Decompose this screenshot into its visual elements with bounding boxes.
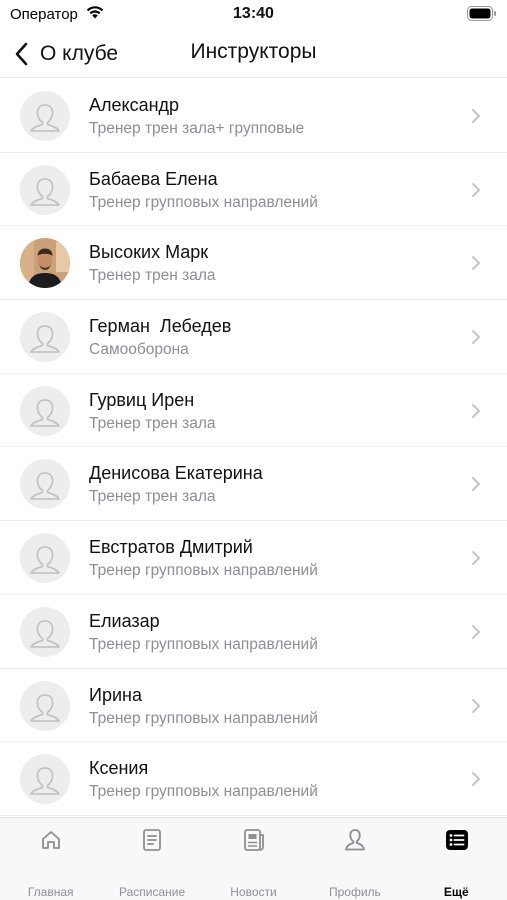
instructor-role: Тренер трен зала (89, 488, 216, 506)
tab-label: Профиль (328, 885, 381, 899)
instructor-photo (20, 238, 70, 289)
home-icon (42, 831, 60, 849)
person-icon (30, 767, 60, 795)
instructor-name: Ирина (89, 684, 142, 705)
person-icon (30, 325, 60, 353)
instructor-name: Бабаева Елена (89, 168, 218, 189)
person-icon (30, 472, 60, 501)
tab-schedule[interactable]: Расписание (101, 818, 202, 900)
tab-label: Главная (27, 885, 74, 899)
avatar-placeholder (20, 606, 70, 657)
avatar-placeholder (20, 385, 70, 436)
chevron-right-icon (472, 330, 480, 345)
chevron-right-icon (472, 772, 480, 787)
instructor-row[interactable]: Евстратов Дмитрий Тренер групповых направ… (0, 521, 507, 595)
instructor-role: Тренер групповых направлений (89, 193, 318, 211)
person-icon (30, 398, 60, 427)
person-icon (30, 693, 60, 722)
tab-profile[interactable]: Профиль (304, 818, 405, 900)
instructor-role: Тренер трен зала (89, 414, 216, 432)
instructor-role: Тренер групповых направлений (89, 709, 318, 727)
chevron-right-icon (472, 551, 480, 566)
instructor-role: Тренер групповых направлений (89, 635, 318, 653)
instructor-row[interactable]: Ирина Тренер групповых направлений (0, 669, 507, 743)
instructor-row[interactable]: Денисова Екатерина Тренер трен зала (0, 447, 507, 522)
chevron-right-icon (472, 403, 480, 418)
avatar-placeholder (20, 91, 70, 141)
avatar-photo (20, 238, 70, 289)
tab-bar: Главная Расписание Новости Профиль Ещё (0, 817, 507, 900)
instructor-role: Тренер трен зала (89, 267, 216, 285)
status-bar: Оператор 13:40 (0, 0, 507, 30)
news-icon (243, 829, 264, 851)
instructor-name: Александр (89, 95, 180, 115)
navigation-bar: О клубе Инструкторы (0, 30, 507, 78)
person-icon (30, 177, 60, 206)
tab-label: Новости (230, 885, 277, 899)
avatar-placeholder (20, 312, 70, 363)
chevron-right-icon (472, 182, 480, 197)
instructor-row[interactable]: Александр Тренер трен зала+ групповые (0, 79, 507, 153)
status-time: 13:40 (233, 5, 274, 22)
tab-label: Расписание (119, 885, 186, 899)
chevron-right-icon (472, 256, 480, 271)
instructor-role: Тренер групповых направлений (89, 783, 318, 801)
instructor-name: Денисова Екатерина (89, 463, 263, 484)
avatar-placeholder (20, 754, 70, 805)
instructor-role: Тренер трен зала+ групповые (89, 120, 305, 137)
tab-home[interactable]: Главная (0, 818, 101, 900)
more-list-icon (445, 830, 468, 850)
tab-label: Ещё (443, 885, 469, 899)
instructor-row[interactable]: Гурвиц Ирен Тренер трен зала (0, 374, 507, 448)
person-icon (30, 546, 60, 574)
person-icon (30, 620, 60, 648)
instructor-role: Тренер групповых направлений (89, 562, 318, 580)
instructor-row[interactable]: Герман Лебедев Самооборона (0, 300, 507, 374)
instructor-name: Герман Лебедев (89, 316, 232, 337)
chevron-right-icon (472, 109, 480, 123)
chevron-right-icon (472, 477, 480, 492)
instructor-name: Ксения (89, 758, 149, 779)
avatar-placeholder (20, 459, 70, 510)
schedule-icon (143, 829, 162, 851)
avatar-placeholder (20, 164, 70, 215)
tab-news[interactable]: Новости (203, 818, 304, 900)
avatar-placeholder (20, 680, 70, 731)
instructor-name: Высоких Марк (89, 242, 209, 263)
chevron-right-icon (472, 698, 480, 713)
page-title: Инструкторы (190, 40, 317, 63)
instructor-name: Гурвиц Ирен (89, 389, 195, 410)
instructor-name: Елиазар (89, 610, 160, 631)
battery-icon (467, 6, 496, 21)
instructor-role: Самооборона (89, 341, 189, 359)
instructor-row[interactable]: Елиазар Тренер групповых направлений (0, 595, 507, 669)
instructor-row[interactable]: Высоких Марк Тренер трен зала (0, 226, 507, 301)
chevron-right-icon (472, 624, 480, 639)
instructor-row[interactable]: Бабаева Елена Тренер групповых направлени… (0, 153, 507, 227)
person-icon (30, 104, 60, 132)
profile-icon (345, 829, 366, 851)
instructor-name: Евстратов Дмитрий (89, 537, 253, 558)
avatar-placeholder (20, 533, 70, 584)
instructor-row[interactable]: Ксения Тренер групповых направлений (0, 742, 507, 816)
tab-more-list[interactable]: Ещё (406, 818, 507, 900)
instructors-list[interactable]: Александр Тренер трен зала+ групповые Баба… (0, 79, 507, 817)
